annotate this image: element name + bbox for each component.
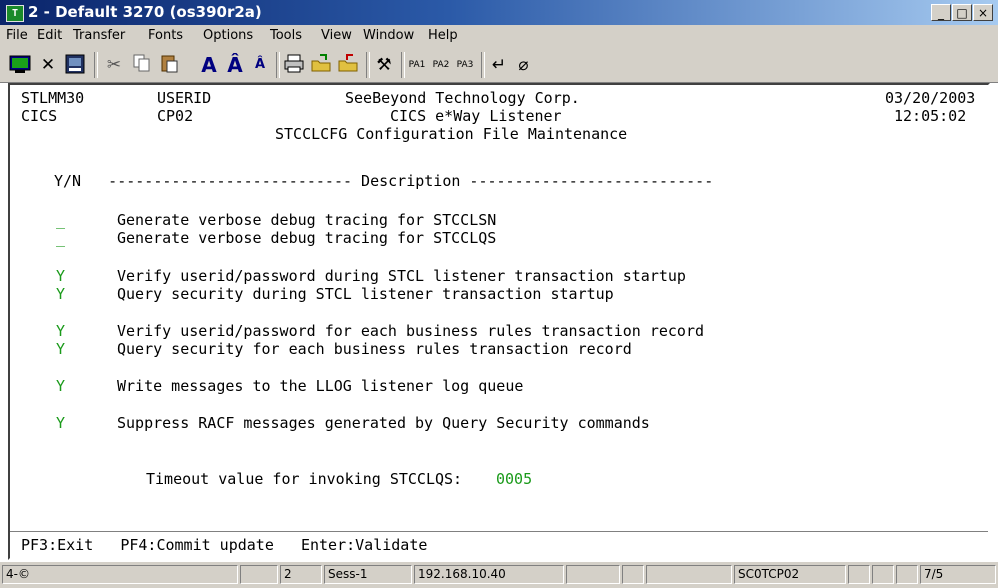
option-field[interactable]: Y <box>56 414 65 432</box>
option-description: Query security for each business rules t… <box>117 340 632 358</box>
system-id: STLMM30 <box>21 89 85 107</box>
region-id: CICS <box>21 107 58 125</box>
clear-icon[interactable]: ⌀ <box>512 53 534 77</box>
copy-icon[interactable] <box>130 53 154 77</box>
pf-key-legend: PF3:Exit PF4:Commit update Enter:Validat… <box>21 536 428 554</box>
option-description: Write messages to the LLOG listener log … <box>117 377 524 395</box>
status-blank <box>872 565 894 584</box>
option-field[interactable]: _ <box>56 229 65 247</box>
maximize-button[interactable]: □ <box>952 4 972 21</box>
toolbar: ✕ ✂ A Â Â ⚒ PA1 PA2 PA3 ↵ ⌀ <box>0 47 998 83</box>
status-blank <box>566 565 620 584</box>
menu-edit[interactable]: Edit <box>37 28 62 43</box>
cut-icon[interactable]: ✂ <box>102 53 126 77</box>
option-description: Generate verbose debug tracing for STCCL… <box>117 211 497 229</box>
toolbar-separator <box>366 52 370 78</box>
toolbar-separator <box>276 52 280 78</box>
host-address: 192.168.10.40 <box>414 565 564 584</box>
close-button[interactable]: × <box>973 4 993 21</box>
menu-view[interactable]: View <box>321 28 352 43</box>
option-field[interactable]: Y <box>56 377 65 395</box>
menu-help[interactable]: Help <box>428 28 458 43</box>
option-field[interactable]: Y <box>56 340 65 358</box>
paste-icon[interactable] <box>157 53 181 77</box>
option-description: Verify userid/password for each business… <box>117 322 704 340</box>
font-larger-icon[interactable]: Â <box>224 53 246 77</box>
option-field[interactable]: _ <box>56 211 65 229</box>
font-icon[interactable]: A <box>198 53 220 77</box>
font-smaller-icon[interactable]: Â <box>250 53 270 77</box>
option-description: Suppress RACF messages generated by Quer… <box>117 414 650 432</box>
product-name: CICS e*Way Listener <box>390 107 562 125</box>
company-name: SeeBeyond Technology Corp. <box>345 89 580 107</box>
menu-fonts[interactable]: Fonts <box>148 28 183 43</box>
screen-title: STCCLCFG Configuration File Maintenance <box>275 125 628 143</box>
disconnect-icon[interactable]: ✕ <box>36 53 60 77</box>
lu-name: SC0TCP02 <box>734 565 846 584</box>
terminal-screen[interactable]: STLMM30 CICS USERID CP02 SeeBeyond Techn… <box>8 83 990 560</box>
connect-icon[interactable] <box>7 53 33 77</box>
status-bar: 4-© 2 Sess-1 192.168.10.40 SC0TCP02 7/5 <box>0 562 998 588</box>
send-file-icon[interactable] <box>309 53 333 77</box>
title-bar: T 2 - Default 3270 (os390r2a) _ □ × <box>0 0 998 25</box>
cursor-position: 7/5 <box>920 565 996 584</box>
status-blank <box>622 565 644 584</box>
status-blank <box>848 565 870 584</box>
tools-icon[interactable]: ⚒ <box>372 53 396 77</box>
window-title: 2 - Default 3270 (os390r2a) <box>28 3 262 21</box>
app-icon[interactable]: T <box>6 5 24 22</box>
print-icon[interactable] <box>282 53 306 77</box>
menu-window[interactable]: Window <box>363 28 414 43</box>
toolbar-separator <box>481 52 485 78</box>
minimize-button[interactable]: _ <box>931 4 951 21</box>
menu-tools[interactable]: Tools <box>270 28 302 43</box>
timeout-field[interactable]: 0005 <box>496 470 532 488</box>
session-name: Sess-1 <box>324 565 412 584</box>
option-description: Query security during STCL listener tran… <box>117 285 614 303</box>
option-field[interactable]: Y <box>56 285 65 303</box>
option-description: Verify userid/password during STCL liste… <box>117 267 686 285</box>
toolbar-separator <box>94 52 98 78</box>
option-field[interactable]: Y <box>56 267 65 285</box>
time-display: 12:05:02 <box>894 107 967 125</box>
pa1-button[interactable]: PA1 <box>406 53 428 77</box>
session-icon[interactable] <box>62 53 88 77</box>
option-description: Generate verbose debug tracing for STCCL… <box>117 229 497 247</box>
status-indicator: 4-© <box>2 565 238 584</box>
status-blank <box>896 565 918 584</box>
menu-options[interactable]: Options <box>203 28 253 43</box>
menu-bar: File Edit Transfer Fonts Options Tools V… <box>0 25 998 48</box>
pa2-button[interactable]: PA2 <box>430 53 452 77</box>
option-field[interactable]: Y <box>56 322 65 340</box>
toolbar-separator <box>401 52 405 78</box>
terminal-id: CP02 <box>157 107 194 125</box>
screen-number: 2 <box>280 565 322 584</box>
userid-label: USERID <box>157 89 212 107</box>
menu-file[interactable]: File <box>6 28 28 43</box>
menu-transfer[interactable]: Transfer <box>73 28 125 43</box>
enter-icon[interactable]: ↵ <box>487 53 511 77</box>
status-blank <box>240 565 278 584</box>
column-header: Y/N --------------------------- Descript… <box>54 172 714 190</box>
pa3-button[interactable]: PA3 <box>454 53 476 77</box>
divider <box>10 531 988 532</box>
timeout-label: Timeout value for invoking STCCLQS: <box>146 470 463 488</box>
receive-file-icon[interactable] <box>336 53 360 77</box>
status-blank <box>646 565 732 584</box>
date-display: 03/20/2003 <box>885 89 976 107</box>
